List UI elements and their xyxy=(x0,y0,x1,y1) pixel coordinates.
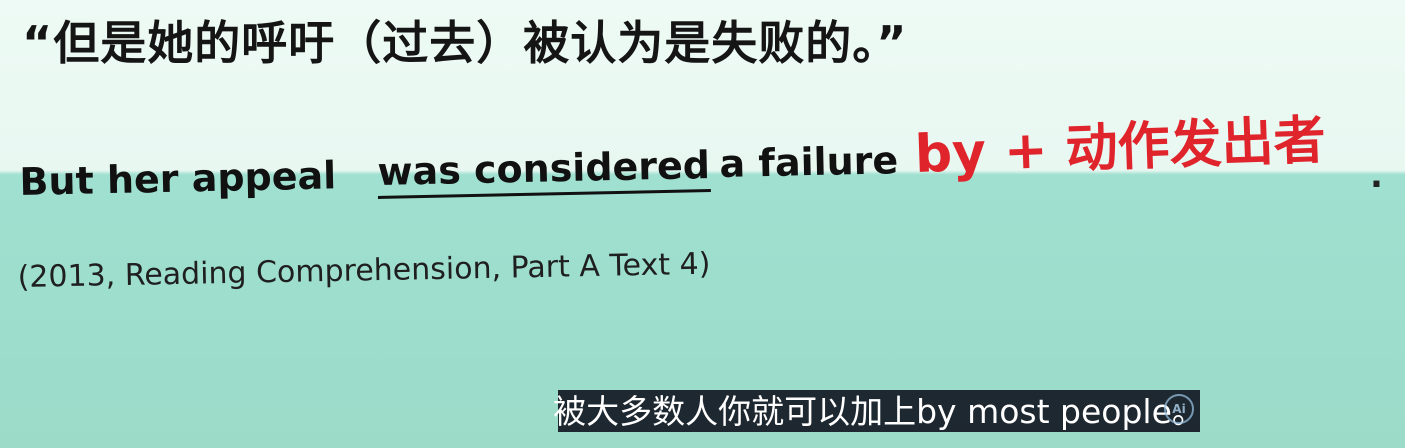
chinese-translation-line: “但是她的呼吁（过去）被认为是失败的。” xyxy=(22,16,908,70)
video-frame: “但是她的呼吁（过去）被认为是失败的。” But her appeal was … xyxy=(0,0,1405,448)
subtitle-text: 被大多数人你就可以加上by most people。 xyxy=(553,391,1205,431)
sentence-part-2: a failure xyxy=(719,138,899,186)
source-citation: (2013, Reading Comprehension, Part A Tex… xyxy=(17,246,711,295)
subtitle-bar: 被大多数人你就可以加上by most people。 Ai xyxy=(553,390,1205,432)
sentence-underlined-phrase: was considered xyxy=(376,143,711,199)
english-example-sentence: But her appeal was considered a failure … xyxy=(19,111,1383,218)
sentence-period: . xyxy=(1370,156,1383,196)
video-watermark-icon: Ai xyxy=(1164,394,1194,424)
sentence-part-1: But her appeal xyxy=(19,153,337,204)
sentence-emphasis: by + 动作发出者 xyxy=(913,110,1327,186)
